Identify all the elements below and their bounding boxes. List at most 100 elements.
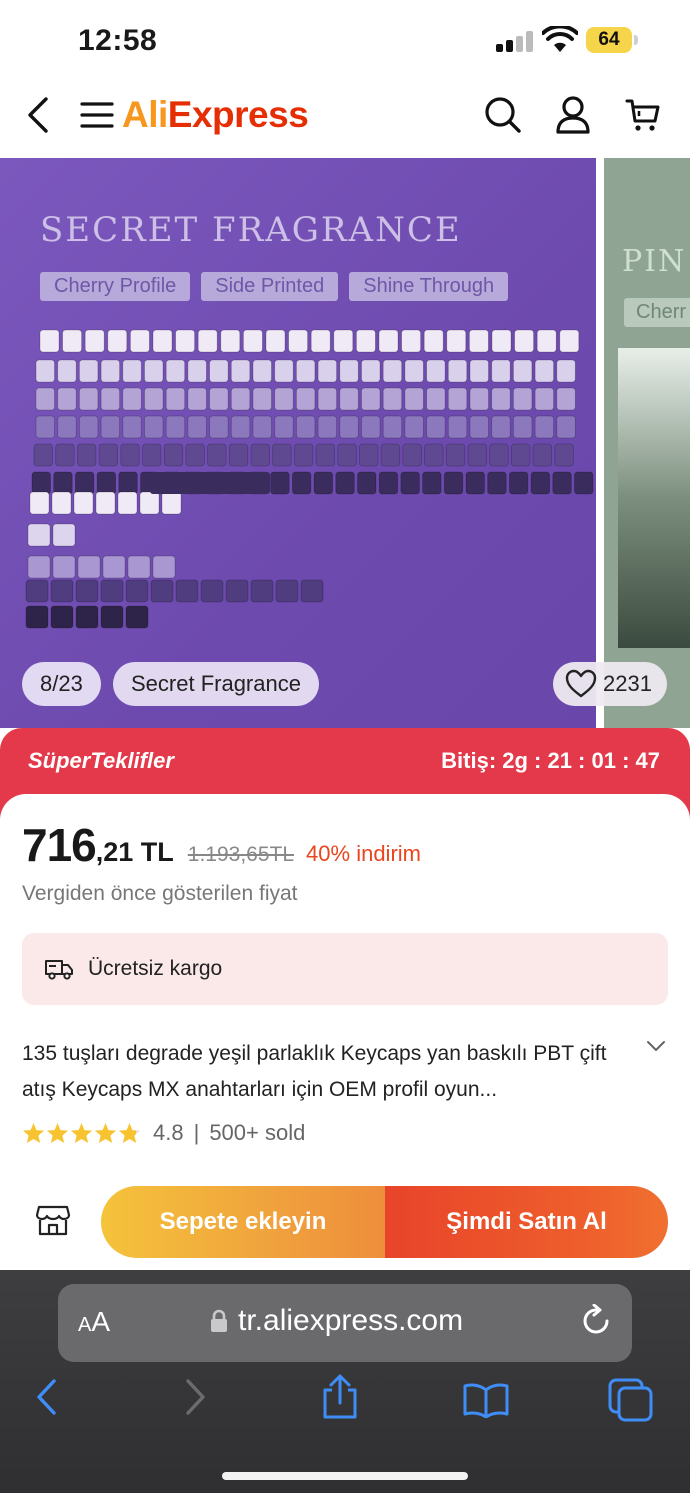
rating-row[interactable]: 4.8 | 500+ sold: [22, 1120, 305, 1146]
keycap: [51, 491, 72, 515]
keycap: [361, 415, 381, 439]
aa-large: A: [91, 1306, 111, 1337]
keycap: [73, 491, 94, 515]
keycap: [187, 387, 207, 411]
keycap: [165, 359, 186, 383]
keycap: [75, 605, 99, 629]
keycap: [491, 359, 511, 383]
slide-title: SECRET FRAGRANCE: [40, 210, 462, 250]
keycap: [534, 387, 554, 411]
star-icon: [22, 1122, 45, 1144]
url-display[interactable]: tr.aliexpress.com: [210, 1304, 463, 1338]
bookmarks-icon[interactable]: [462, 1382, 510, 1418]
keycap: [100, 387, 120, 411]
keycap: [35, 359, 55, 383]
forward-nav-icon[interactable]: [184, 1378, 208, 1416]
keycap: [144, 359, 164, 383]
next-slide-title: PIN: [622, 244, 687, 279]
product-title[interactable]: 135 tuşları degrade yeşil parlaklık Keyc…: [22, 1036, 622, 1108]
keycap: [207, 443, 227, 467]
search-icon: [485, 97, 521, 133]
keycap: [230, 387, 251, 411]
keycap: [62, 329, 82, 353]
back-button[interactable]: [18, 80, 58, 150]
slide-tags: Cherry Profile Side Printed Shine Throug…: [40, 272, 509, 301]
variant-label[interactable]: Secret Fragrance: [113, 662, 319, 706]
keycap: [75, 579, 99, 603]
keycap: [274, 359, 294, 383]
keycap: [152, 329, 173, 353]
keycap: [117, 491, 138, 515]
keycap: [404, 415, 424, 439]
keycap: [556, 415, 576, 439]
keycap: [122, 387, 142, 411]
keycap: [175, 579, 199, 603]
store-icon: [35, 1205, 71, 1236]
share-icon[interactable]: [320, 1374, 360, 1420]
keycap: [165, 387, 186, 411]
star-icon: [118, 1122, 141, 1144]
keycap: [574, 471, 594, 495]
keycap: [122, 359, 142, 383]
reload-icon[interactable]: [582, 1304, 612, 1338]
keycap: [175, 329, 196, 353]
keycap: [152, 555, 176, 579]
chevron-down-icon[interactable]: [646, 1040, 666, 1052]
keycap: [426, 387, 446, 411]
address-bar[interactable]: AA tr.aliexpress.com: [58, 1284, 632, 1362]
keycap: [359, 443, 379, 467]
search-button[interactable]: [482, 80, 524, 150]
tabs-icon[interactable]: [608, 1378, 654, 1422]
price-decimal: ,21 TL: [95, 837, 174, 867]
keycap: [469, 359, 489, 383]
super-deals-label: SüperTeklifler: [28, 748, 174, 773]
keycap: [487, 471, 507, 495]
rating-value: 4.8: [153, 1120, 184, 1145]
back-nav-icon[interactable]: [34, 1378, 58, 1416]
product-image-slide[interactable]: SECRET FRAGRANCE Cherry Profile Side Pri…: [0, 158, 596, 728]
keycap: [378, 329, 399, 353]
keycap: [382, 359, 403, 383]
keycap: [310, 329, 331, 353]
hamburger-icon: [80, 102, 114, 128]
store-button[interactable]: [35, 1204, 71, 1241]
wishlist-button[interactable]: 2231: [553, 662, 667, 706]
keycap: [252, 387, 272, 411]
next-product-image-slide[interactable]: PIN Cherr: [604, 158, 690, 728]
keycap: [536, 329, 557, 353]
rating-separator: |: [193, 1120, 200, 1145]
keycap: [79, 359, 99, 383]
keycap: [31, 471, 51, 495]
keycap: [317, 359, 338, 383]
keycap: [242, 329, 263, 353]
product-gallery[interactable]: SECRET FRAGRANCE Cherry Profile Side Pri…: [0, 158, 690, 728]
keycap: [77, 555, 101, 579]
add-to-cart-button[interactable]: Sepete ekleyin: [101, 1186, 385, 1258]
reader-settings-button[interactable]: AA: [78, 1306, 110, 1338]
keycap: [468, 329, 489, 353]
shipping-banner[interactable]: Ücretsiz kargo: [22, 933, 668, 1005]
buy-now-button[interactable]: Şimdi Satın Al: [385, 1186, 668, 1258]
sold-count: 500+ sold: [209, 1120, 306, 1145]
menu-button[interactable]: [78, 80, 116, 150]
keycap: [163, 443, 184, 467]
spacebar-keycap: [150, 472, 270, 494]
aliexpress-logo[interactable]: AliExpress: [122, 94, 309, 136]
keycap: [52, 523, 76, 547]
keycap: [361, 359, 381, 383]
slide-tag: Shine Through: [349, 272, 509, 301]
keycap: [447, 359, 468, 383]
keycap: [315, 443, 336, 467]
cart-button[interactable]: [622, 80, 664, 150]
account-button[interactable]: [552, 80, 594, 150]
keycap: [250, 443, 270, 467]
keycap: [98, 443, 118, 467]
keycap: [39, 329, 60, 353]
keycap: [339, 415, 359, 439]
keycap: [250, 579, 274, 603]
keycap: [122, 415, 142, 439]
keycap: [491, 415, 511, 439]
keycap: [295, 415, 316, 439]
keycap: [422, 471, 442, 495]
keycap: [426, 359, 446, 383]
